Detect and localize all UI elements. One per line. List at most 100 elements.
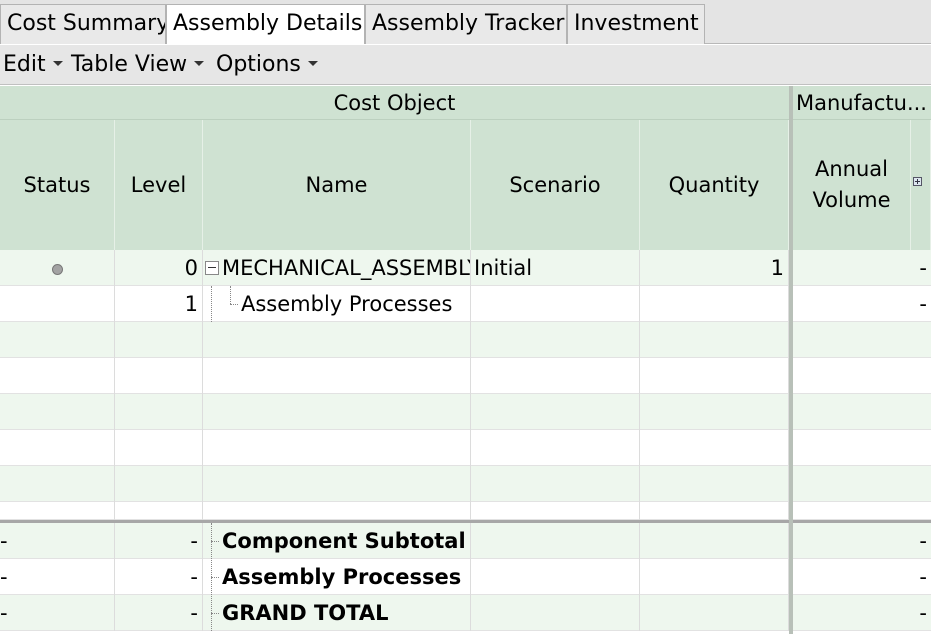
empty-cell [0,358,115,394]
status-cell: - [0,559,115,595]
tree-connector [230,286,231,304]
quantity-cell [640,595,789,631]
group-header-manufacturing: Manufactu... [793,86,931,120]
empty-cell [0,322,115,358]
empty-cell [0,394,115,430]
empty-cell [640,502,789,520]
assembly-grid: Cost Object Manufactu... Status Level Na… [0,86,931,634]
name-cell: Component Subtotal [203,523,471,559]
tab-cost-summary[interactable]: Cost Summary [0,4,166,44]
level-cell: 0 [115,250,203,286]
level-cell: - [115,559,203,595]
quantity-cell [640,286,789,322]
tab-label: Investment [574,11,699,36]
empty-cell [203,394,471,430]
empty-cell [115,322,203,358]
empty-cell [471,466,640,502]
edit-menu[interactable]: Edit [3,45,63,85]
tab-label: Assembly Details [173,11,363,36]
empty-cell [471,502,640,520]
tab-assembly-details[interactable]: Assembly Details [166,4,365,44]
name-text: MECHANICAL_ASSEMBLY [222,256,471,280]
empty-cell [203,466,471,502]
column-header-status[interactable]: Status [0,120,115,250]
empty-cell [203,358,471,394]
empty-cell [471,430,640,466]
level-cell: - [115,595,203,631]
menu-bar: Edit Table View Options [0,45,948,85]
scenario-cell [471,595,640,631]
menu-label: Options [216,52,301,77]
status-cell: - [0,523,115,559]
quantity-cell [640,559,789,595]
empty-cell [203,502,471,520]
tab-assembly-tracker[interactable]: Assembly Tracker [365,4,567,44]
empty-cell [640,322,789,358]
tree-connector [211,577,219,578]
status-cell [0,286,115,322]
tree-connector [211,613,219,614]
column-label: Volume [812,188,891,212]
collapse-icon[interactable] [205,260,219,275]
tab-label: Cost Summary [7,11,166,36]
status-dot-icon [51,263,63,275]
level-cell: 1 [115,286,203,322]
empty-cell [640,466,789,502]
empty-cell [203,322,471,358]
empty-cell [471,358,640,394]
tree-connector [211,286,212,322]
empty-cell [471,394,640,430]
options-menu[interactable]: Options [216,45,318,85]
quantity-cell: 1 [640,250,789,286]
caret-down-icon [52,61,63,66]
column-header-scenario[interactable]: Scenario [471,120,640,250]
quantity-cell [640,523,789,559]
empty-cell [115,430,203,466]
scenario-cell [471,559,640,595]
annual-volume-cell: - [919,256,927,280]
tree-connector [230,304,238,305]
scenario-cell: Initial [471,250,640,286]
column-header-quantity[interactable]: Quantity [640,120,789,250]
empty-cell [115,466,203,502]
table-view-menu[interactable]: Table View [71,45,205,85]
column-label: Name [305,172,368,197]
empty-cell [0,430,115,466]
empty-cell [471,322,640,358]
tab-bar: Cost Summary Assembly Details Assembly T… [0,0,948,44]
caret-down-icon [194,61,205,66]
name-cell: MECHANICAL_ASSEMBLY [203,250,471,286]
column-header-name[interactable]: Name [203,120,471,250]
empty-cell [115,394,203,430]
name-cell: GRAND TOTAL [203,595,471,631]
empty-cell [0,502,115,520]
annual-volume-cell: - [919,529,927,553]
frozen-column-divider[interactable] [789,86,793,634]
empty-cell [640,394,789,430]
column-label: Quantity [668,172,760,197]
column-label: Level [130,172,187,197]
empty-cell [0,466,115,502]
menu-label: Table View [71,52,188,77]
column-chooser-icon[interactable] [913,177,922,186]
empty-cell [115,358,203,394]
status-cell: - [0,595,115,631]
column-header-level[interactable]: Level [115,120,203,250]
caret-down-icon [307,61,318,66]
status-cell [0,250,115,286]
tree-connector [211,541,219,542]
group-header-cost-object: Cost Object [0,86,789,120]
annual-volume-cell: - [919,292,927,316]
level-cell: - [115,523,203,559]
column-header-annual-volume[interactable]: Annual Volume [793,120,911,250]
empty-cell [115,502,203,520]
name-text: Assembly Processes [241,292,453,316]
column-label: Annual [815,157,888,181]
empty-cell [203,430,471,466]
column-label: Status [23,172,91,197]
tab-label: Assembly Tracker [372,11,565,36]
empty-cell [640,358,789,394]
column-label: Scenario [509,172,601,197]
name-cell: Assembly Processes [203,286,471,322]
tab-investment[interactable]: Investment [567,4,705,44]
